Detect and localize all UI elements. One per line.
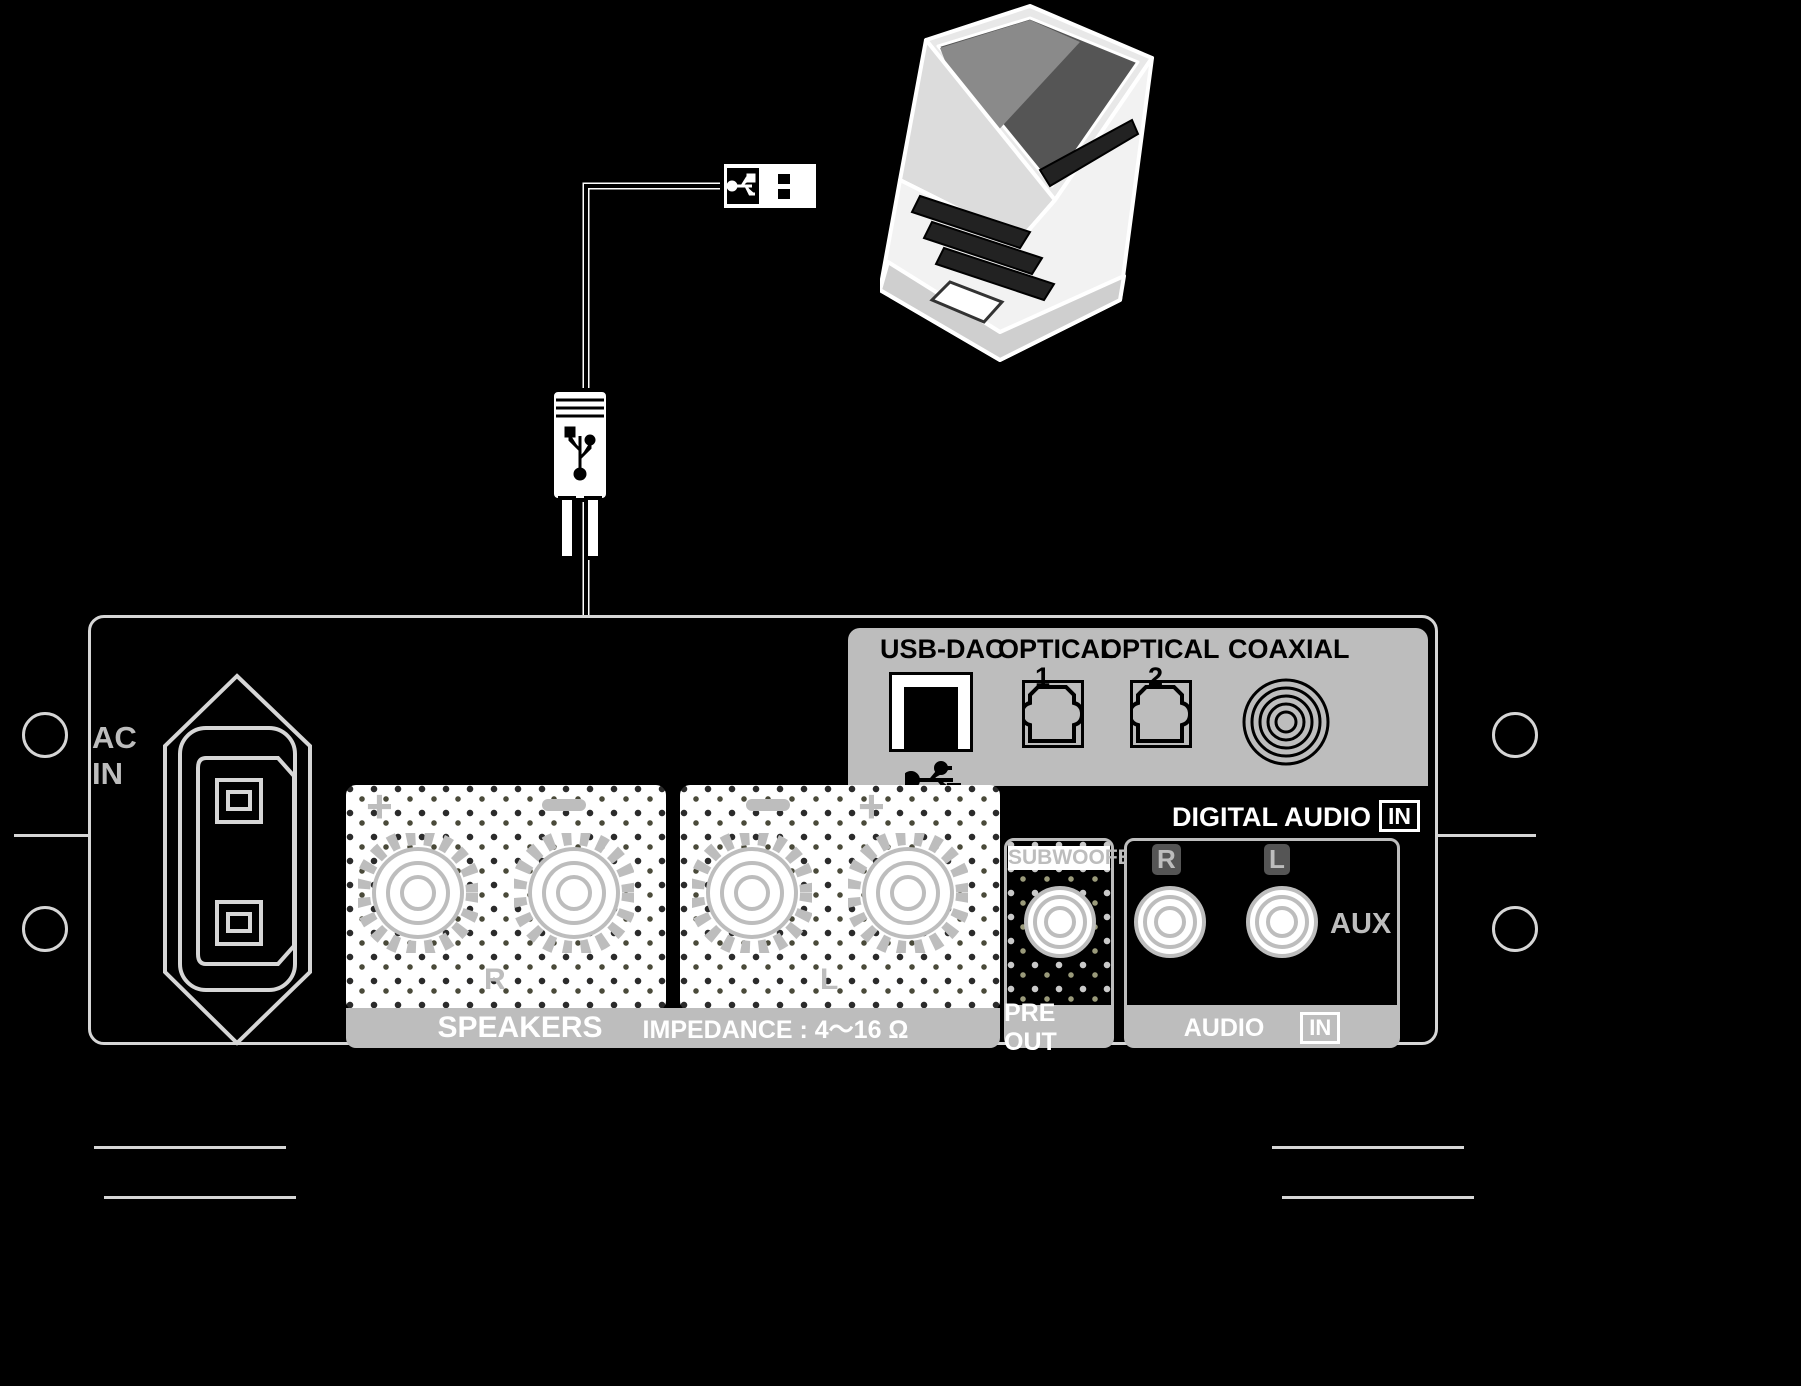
speaker-terminals-block: + + R L [346, 780, 1000, 1011]
polarity-plus-left: + [858, 780, 885, 832]
binding-post-r-minus[interactable] [510, 829, 638, 957]
rack-ear-hole-top-left [22, 712, 68, 758]
optical2-toslink-port-icon[interactable] [1130, 680, 1192, 748]
speaker-channel-label-l: L [820, 963, 839, 996]
foot-right-top [1272, 1146, 1464, 1149]
audio-in-channel-label-l: L [1264, 844, 1290, 875]
speakers-label: SPEAKERS [437, 1011, 603, 1044]
chassis-rail-right [1436, 834, 1536, 837]
coaxial-port-label: COAXIAL [1228, 634, 1350, 664]
digital-audio-in-badge: IN [1379, 800, 1420, 832]
ac-in-label-line1: AC [92, 720, 137, 755]
usb-b-port-slot [904, 687, 958, 749]
rack-ear-hole-top-right [1492, 712, 1538, 758]
foot-left-top [94, 1146, 286, 1149]
ac-in-label-line2: IN [92, 756, 123, 791]
subwoofer-rca-jack[interactable] [1024, 886, 1096, 958]
audio-in-badge: IN [1300, 1012, 1341, 1044]
ac-in-label: AC IN [92, 720, 137, 792]
optical1-port-label: OPTICAL [998, 634, 1117, 664]
speakers-impedance-label: IMPEDANCE : 4～16 Ω [642, 1016, 909, 1044]
polarity-minus-right [542, 799, 586, 811]
usb-b-port-icon[interactable] [889, 672, 973, 752]
chassis-rail-left [14, 834, 90, 837]
speakers-label-bar: SPEAKERS IMPEDANCE : 4～16 Ω [346, 1008, 1000, 1048]
audio-in-channel-label-r: R [1152, 844, 1181, 875]
rack-ear-hole-bottom-left [22, 906, 68, 952]
audio-label: AUDIO [1183, 1013, 1265, 1042]
pre-out-label-bar: PRE OUT [1004, 999, 1114, 1056]
polarity-plus-right: + [366, 780, 393, 832]
digital-audio-text: DIGITAL AUDIO [1172, 802, 1371, 832]
audio-in-rca-jack-r[interactable] [1134, 886, 1206, 958]
diagram-canvas: AC IN USB-DAC OPTICAL 1 OPTICAL 2 COAXIA… [0, 0, 1801, 1386]
binding-post-l-plus[interactable] [844, 829, 972, 957]
binding-post-l-minus[interactable] [688, 829, 816, 957]
polarity-minus-left [746, 799, 790, 811]
foot-right-bottom [1282, 1196, 1474, 1199]
audio-in-label-bar: AUDIO IN [1124, 1008, 1400, 1048]
speaker-channel-label-r: R [484, 963, 506, 996]
foot-left-bottom [104, 1196, 296, 1199]
rack-ear-hole-bottom-right [1492, 906, 1538, 952]
digital-audio-in-section-label: DIGITAL AUDIO IN [1172, 800, 1420, 833]
binding-post-r-plus[interactable] [354, 829, 482, 957]
optical1-toslink-port-icon[interactable] [1022, 680, 1084, 748]
laptop-computer [880, 0, 1210, 400]
coaxial-rca-port-icon[interactable] [1242, 678, 1330, 766]
iec-power-inlet-icon [160, 672, 315, 1047]
optical2-port-label: OPTICAL [1101, 634, 1220, 664]
audio-in-rca-jack-l[interactable] [1246, 886, 1318, 958]
usb-dac-port-label: USB-DAC [880, 634, 1005, 664]
subwoofer-badge: SUBWOOFER [1008, 846, 1147, 870]
aux-label: AUX [1330, 908, 1392, 940]
pre-out-label: PRE OUT [1004, 999, 1057, 1056]
